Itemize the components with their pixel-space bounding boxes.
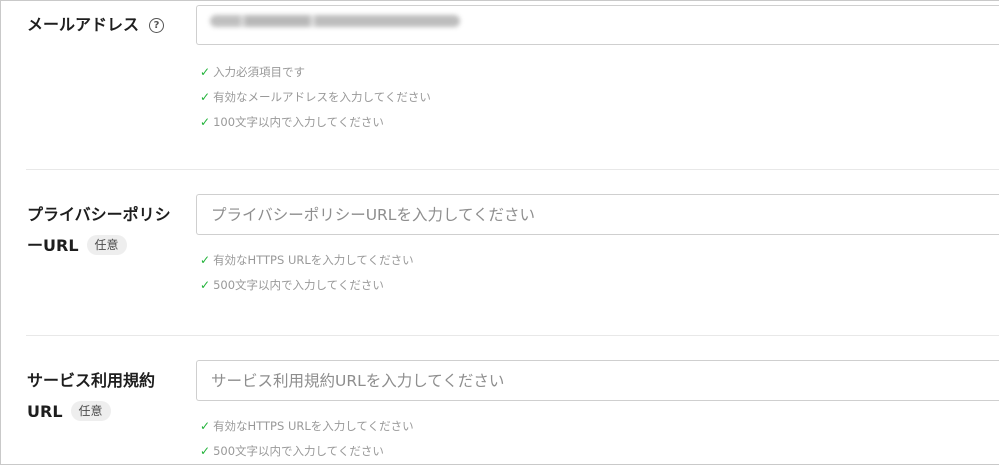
rule-valid-https: ✓ 有効なHTTPS URLを入力してください [200,253,414,267]
optional-badge: 任意 [70,401,111,421]
rule-max-length: ✓ 500文字以内で入力してください [200,278,384,292]
section-divider [26,169,999,170]
rule-required: ✓ 入力必須項目です [200,65,306,79]
check-icon: ✓ [200,65,211,79]
optional-badge: 任意 [86,235,127,255]
privacy-label-line2: ーURL [27,236,79,255]
form-panel: メールアドレス? ✓ 入力必須項目です ✓ 有効なメールアドレスを入力してください … [0,0,999,465]
privacy-label: プライバシーポリシ ーURL 任意 [27,199,171,261]
privacy-rules: ✓ 有効なHTTPS URLを入力してください ✓ 500文字以内で入力してください [200,248,414,298]
terms-url-input[interactable] [196,360,999,401]
help-icon[interactable]: ? [149,18,165,33]
rule-valid-https: ✓ 有効なHTTPS URLを入力してください [200,419,414,433]
terms-rules: ✓ 有効なHTTPS URLを入力してください ✓ 500文字以内で入力してください [200,414,414,464]
check-icon: ✓ [200,419,211,433]
email-value-redacted [210,15,460,27]
check-icon: ✓ [200,253,211,267]
rule-max-length: ✓ 500文字以内で入力してください [200,444,384,458]
email-label: メールアドレス? [27,9,165,40]
terms-label-line2: URL [27,402,63,421]
rule-valid-email: ✓ 有効なメールアドレスを入力してください [200,90,431,104]
email-rules: ✓ 入力必須項目です ✓ 有効なメールアドレスを入力してください ✓ 100文字以内で… [200,60,431,135]
check-icon: ✓ [200,90,211,104]
check-icon: ✓ [200,115,211,129]
check-icon: ✓ [200,444,211,458]
privacy-url-input[interactable] [196,194,999,235]
terms-label-line1: サービス利用規約 [27,371,156,390]
rule-max-length: ✓ 100文字以内で入力してください [200,115,384,129]
terms-label: サービス利用規約 URL 任意 [27,365,155,427]
email-label-text: メールアドレス [27,15,140,34]
check-icon: ✓ [200,278,211,292]
section-divider [26,335,999,336]
privacy-label-line1: プライバシーポリシ [27,205,171,224]
